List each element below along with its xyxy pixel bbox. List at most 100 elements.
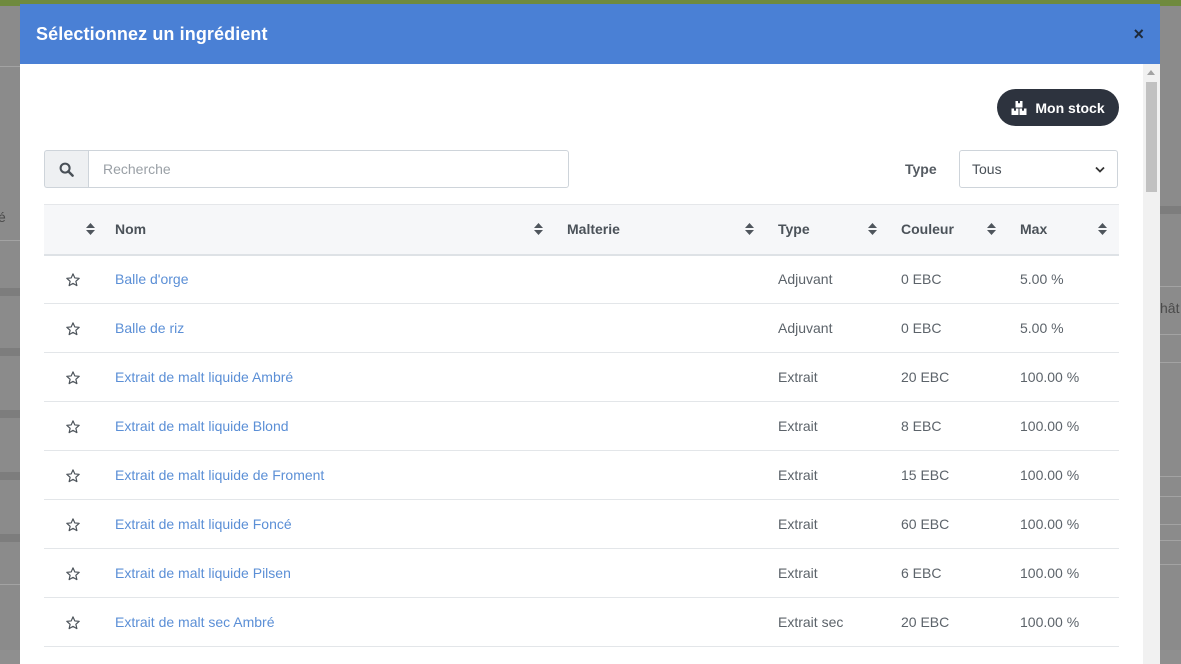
my-stock-label: Mon stock: [1035, 99, 1105, 116]
ingredient-modal: Sélectionnez un ingrédient × Mon stock T…: [20, 4, 1160, 664]
color-cell: 0 EBC: [889, 303, 1008, 353]
star-icon[interactable]: [65, 615, 81, 631]
table-row[interactable]: Extrait de malt sec Ambré Extrait sec 20…: [44, 597, 1119, 647]
favorite-cell: [44, 548, 102, 598]
type-cell: Extrait: [766, 352, 889, 402]
ingredient-name-link[interactable]: Extrait de malt liquide Blond: [115, 418, 289, 434]
malterie-cell: [555, 450, 766, 500]
max-cell: 100.00 %: [1008, 401, 1119, 451]
max-cell: 5.00 %: [1008, 254, 1119, 304]
ingredient-name-link[interactable]: Extrait de malt liquide Ambré: [115, 369, 293, 385]
favorite-cell: [44, 303, 102, 353]
max-cell: 100.00 %: [1008, 450, 1119, 500]
background-edge-text-right: hât: [1160, 300, 1180, 316]
search-addon[interactable]: [44, 150, 88, 188]
search-input[interactable]: [88, 150, 569, 188]
close-button[interactable]: ×: [1133, 25, 1144, 43]
star-icon[interactable]: [65, 468, 81, 484]
name-cell: Balle de riz: [102, 303, 555, 353]
favorite-cell: [44, 450, 102, 500]
chevron-down-icon: [1095, 166, 1105, 173]
name-cell: Extrait de malt liquide Ambré: [102, 352, 555, 402]
my-stock-button[interactable]: Mon stock: [997, 89, 1119, 126]
sort-icon: [1098, 223, 1107, 236]
color-cell: 0 EBC: [889, 254, 1008, 304]
name-cell: Extrait de malt liquide Pilsen: [102, 548, 555, 598]
sort-icon: [534, 223, 543, 236]
type-cell: Extrait: [766, 450, 889, 500]
ingredient-name-link[interactable]: Extrait de malt liquide Foncé: [115, 516, 292, 532]
search-group: [44, 150, 569, 188]
modal-scrollbar[interactable]: [1143, 64, 1160, 664]
color-cell: 15 EBC: [889, 450, 1008, 500]
type-filter-select[interactable]: Tous: [959, 150, 1118, 188]
color-cell: 20 EBC: [889, 597, 1008, 647]
color-cell: 8 EBC: [889, 401, 1008, 451]
malterie-cell: [555, 499, 766, 549]
favorite-cell: [44, 254, 102, 304]
ingredient-name-link[interactable]: Balle de riz: [115, 320, 184, 336]
type-cell: Adjuvant: [766, 254, 889, 304]
table-row[interactable]: Balle d'orge Adjuvant 0 EBC 5.00 %: [44, 254, 1119, 304]
max-cell: 100.00 %: [1008, 597, 1119, 647]
background-edge-text-left: é: [0, 209, 6, 225]
type-cell: Extrait: [766, 548, 889, 598]
type-filter-value: Tous: [972, 161, 1002, 177]
sort-icon: [868, 223, 877, 236]
type-cell: Extrait: [766, 401, 889, 451]
table-row[interactable]: Extrait de malt liquide de Froment Extra…: [44, 450, 1119, 500]
type-cell: Adjuvant: [766, 303, 889, 353]
type-cell: Extrait: [766, 499, 889, 549]
sort-icon: [745, 223, 754, 236]
modal-title: Sélectionnez un ingrédient: [36, 23, 268, 44]
boxes-icon: [1011, 100, 1027, 115]
malterie-cell: [555, 352, 766, 402]
star-icon[interactable]: [65, 419, 81, 435]
name-cell: Extrait de malt sec Ambré: [102, 597, 555, 647]
scroll-up-arrow-icon[interactable]: [1147, 70, 1155, 75]
max-cell: 100.00 %: [1008, 352, 1119, 402]
search-icon: [59, 162, 74, 177]
favorite-cell: [44, 499, 102, 549]
malterie-cell: [555, 254, 766, 304]
table-row[interactable]: Extrait de malt liquide Foncé Extrait 60…: [44, 499, 1119, 549]
table-row[interactable]: Extrait de malt liquide Pilsen Extrait 6…: [44, 548, 1119, 598]
color-cell: 20 EBC: [889, 352, 1008, 402]
favorite-cell: [44, 352, 102, 402]
ingredients-table: Nom Malterie Type Couleur Max Balle d'or…: [44, 204, 1119, 647]
column-header-favorite[interactable]: [44, 204, 102, 256]
star-icon[interactable]: [65, 272, 81, 288]
star-icon[interactable]: [65, 370, 81, 386]
name-cell: Extrait de malt liquide Foncé: [102, 499, 555, 549]
sort-icon: [987, 223, 996, 236]
name-cell: Extrait de malt liquide de Froment: [102, 450, 555, 500]
type-cell: Extrait sec: [766, 597, 889, 647]
star-icon[interactable]: [65, 517, 81, 533]
ingredient-name-link[interactable]: Balle d'orge: [115, 271, 189, 287]
color-cell: 60 EBC: [889, 499, 1008, 549]
sort-icon: [86, 223, 95, 236]
ingredient-name-link[interactable]: Extrait de malt liquide Pilsen: [115, 565, 291, 581]
max-cell: 5.00 %: [1008, 303, 1119, 353]
malterie-cell: [555, 597, 766, 647]
favorite-cell: [44, 597, 102, 647]
favorite-cell: [44, 401, 102, 451]
star-icon[interactable]: [65, 321, 81, 337]
column-header-couleur[interactable]: Couleur: [889, 204, 1008, 256]
column-header-nom[interactable]: Nom: [102, 204, 555, 256]
table-header-row: Nom Malterie Type Couleur Max: [44, 204, 1119, 256]
column-header-max[interactable]: Max: [1008, 204, 1119, 256]
modal-header: Sélectionnez un ingrédient ×: [20, 4, 1160, 64]
scrollbar-thumb[interactable]: [1146, 82, 1157, 192]
max-cell: 100.00 %: [1008, 548, 1119, 598]
ingredient-name-link[interactable]: Extrait de malt sec Ambré: [115, 614, 275, 630]
table-row[interactable]: Extrait de malt liquide Ambré Extrait 20…: [44, 352, 1119, 402]
table-row[interactable]: Extrait de malt liquide Blond Extrait 8 …: [44, 401, 1119, 451]
column-header-malterie[interactable]: Malterie: [555, 204, 766, 256]
ingredient-name-link[interactable]: Extrait de malt liquide de Froment: [115, 467, 324, 483]
malterie-cell: [555, 548, 766, 598]
table-row[interactable]: Balle de riz Adjuvant 0 EBC 5.00 %: [44, 303, 1119, 353]
max-cell: 100.00 %: [1008, 499, 1119, 549]
star-icon[interactable]: [65, 566, 81, 582]
column-header-type[interactable]: Type: [766, 204, 889, 256]
